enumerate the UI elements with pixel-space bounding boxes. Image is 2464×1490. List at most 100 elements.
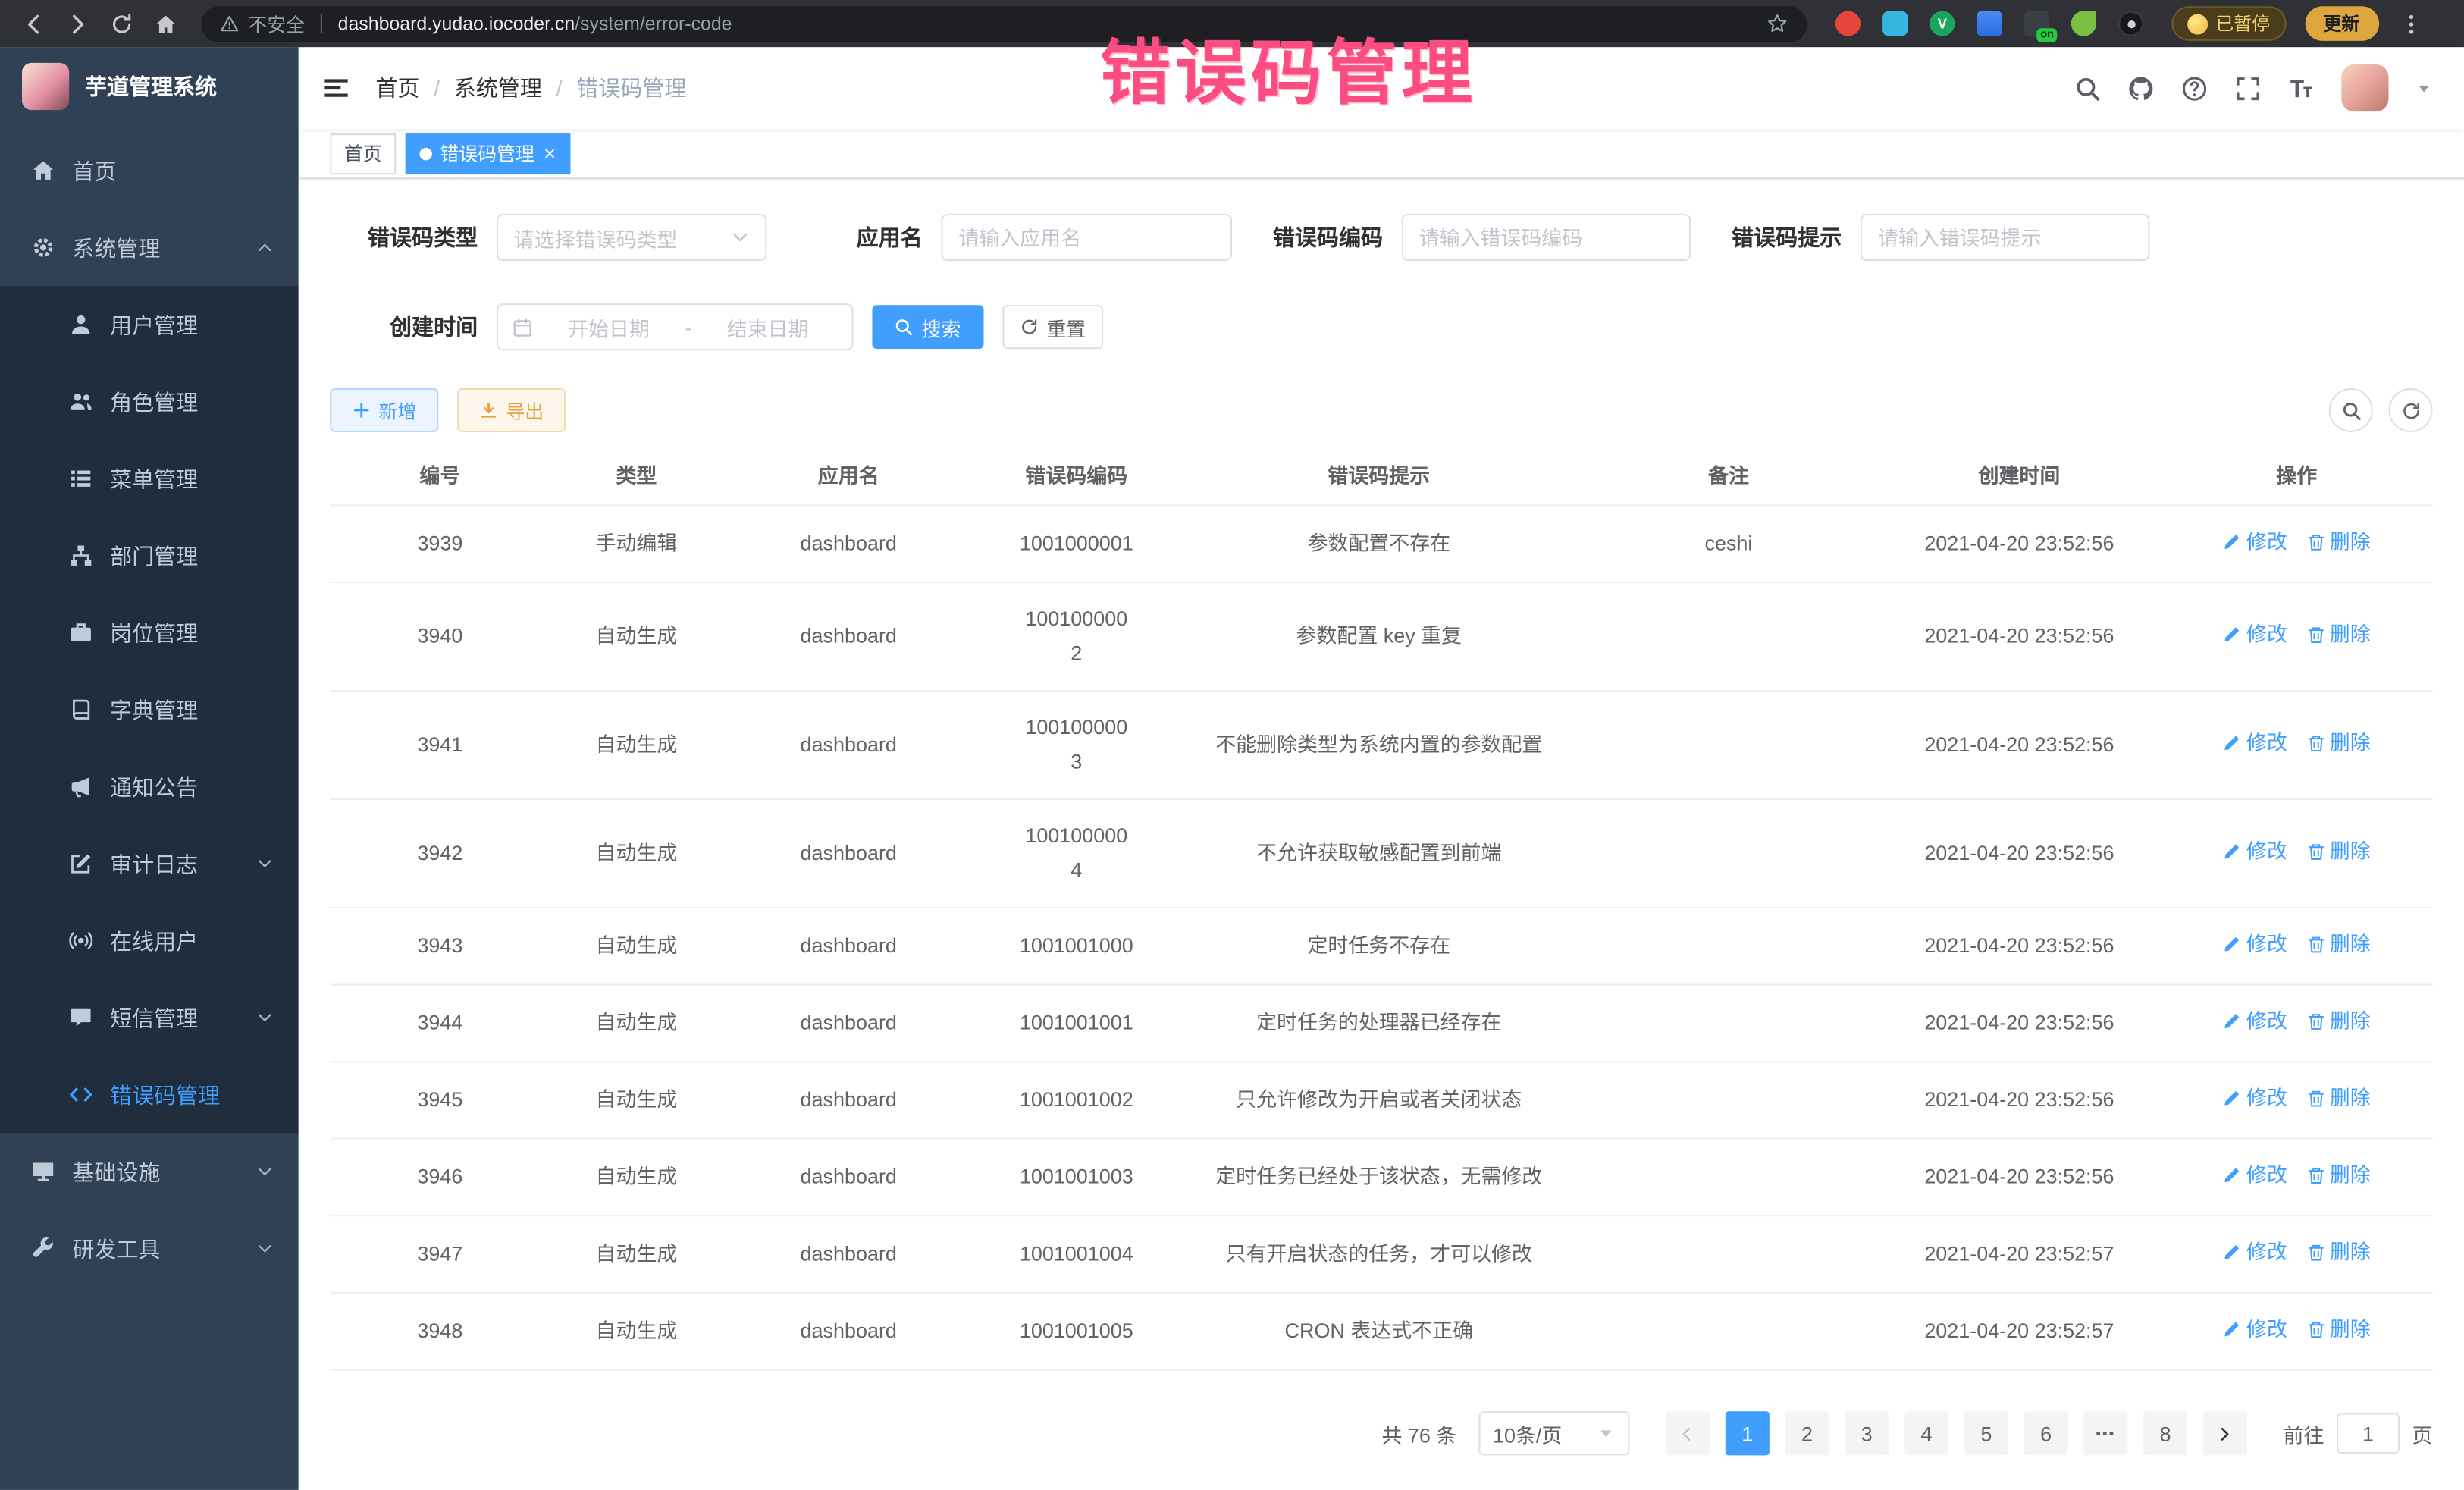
extension-pin-icon[interactable] (2118, 11, 2143, 36)
error-code-input[interactable] (1402, 214, 1691, 261)
delete-link[interactable]: 删除 (2306, 525, 2371, 560)
browser-menu-icon[interactable] (2391, 3, 2432, 44)
add-button[interactable]: 新增 (330, 388, 438, 432)
page-button-2[interactable]: 2 (1785, 1411, 1829, 1455)
trash-icon (2306, 1320, 2325, 1339)
cell-app: dashboard (723, 985, 974, 1062)
close-tab-icon[interactable]: × (544, 143, 556, 164)
sidebar-item-dev-tool[interactable]: 研发工具 (0, 1210, 299, 1288)
delete-link[interactable]: 删除 (2306, 1159, 2371, 1194)
trash-icon (2306, 734, 2325, 753)
forward-icon[interactable] (57, 3, 98, 44)
sidebar-item-dept[interactable]: 部门管理 (0, 517, 299, 594)
sidebar-item-notice[interactable]: 通知公告 (0, 748, 299, 826)
cell-code: 100100000 3 (974, 691, 1178, 799)
page-button-8[interactable]: 8 (2143, 1411, 2187, 1455)
sidebar-item-error-code[interactable]: 错误码管理 (0, 1056, 299, 1134)
sidebar-item-home[interactable]: 首页 (0, 132, 299, 209)
page-button-1[interactable]: 1 (1726, 1411, 1770, 1455)
search-icon[interactable] (2074, 74, 2101, 101)
cell-id: 3946 (330, 1139, 550, 1216)
page-size-value: 10条/页 (1493, 1419, 1562, 1448)
page-button-6[interactable]: 6 (2024, 1411, 2068, 1455)
edit-link[interactable]: 修改 (2223, 1235, 2287, 1270)
edit-link[interactable]: 修改 (2223, 618, 2287, 653)
sidebar-item-online-user[interactable]: 在线用户 (0, 902, 299, 980)
edit-link[interactable]: 修改 (2223, 1159, 2287, 1194)
paused-badge[interactable]: 已暂停 (2171, 6, 2285, 41)
sidebar-logo[interactable]: 芋道管理系统 (0, 47, 299, 126)
edit-link[interactable]: 修改 (2223, 835, 2287, 870)
breadcrumb-item[interactable]: 系统管理 (454, 72, 542, 103)
delete-link[interactable]: 删除 (2306, 1004, 2371, 1039)
delete-link[interactable]: 删除 (2306, 1313, 2371, 1347)
sidebar-item-label: 首页 (72, 155, 116, 186)
sidebar-item-system[interactable]: 系统管理 (0, 209, 299, 287)
monitor-icon (31, 1160, 55, 1184)
sidebar-item-sms[interactable]: 短信管理 (0, 979, 299, 1056)
sidebar-item-infra[interactable]: 基础设施 (0, 1133, 299, 1210)
app-name-input[interactable] (942, 214, 1232, 261)
caret-down-icon[interactable] (2415, 80, 2433, 97)
help-icon[interactable] (2181, 74, 2208, 101)
extension-icon-leaf[interactable] (2071, 11, 2096, 36)
error-type-select[interactable]: 请选择错误码类型 (497, 214, 767, 261)
sidebar-item-user[interactable]: 用户管理 (0, 286, 299, 363)
refresh-table-button[interactable] (2389, 388, 2433, 432)
error-msg-input[interactable] (1861, 214, 2149, 261)
cell-memo (1579, 908, 1878, 985)
delete-link[interactable]: 删除 (2306, 927, 2371, 962)
reset-button[interactable]: 重置 (1002, 305, 1103, 349)
toggle-search-button[interactable] (2329, 388, 2373, 432)
more-pages-button[interactable]: ••• (2083, 1411, 2127, 1455)
prev-page-button[interactable] (1666, 1411, 1710, 1455)
delete-link[interactable]: 删除 (2306, 726, 2371, 761)
search-button[interactable]: 搜索 (872, 305, 983, 349)
back-icon[interactable] (13, 3, 54, 44)
export-button[interactable]: 导出 (457, 388, 566, 432)
extension-icon-teal[interactable] (1882, 11, 1908, 36)
github-icon[interactable] (2127, 74, 2154, 101)
edit-link[interactable]: 修改 (2223, 927, 2287, 962)
goto-page-input[interactable] (2337, 1413, 2400, 1454)
page-button-5[interactable]: 5 (1964, 1411, 2008, 1455)
page-button-4[interactable]: 4 (1904, 1411, 1948, 1455)
edit-link[interactable]: 修改 (2223, 525, 2287, 560)
sidebar-item-role[interactable]: 角色管理 (0, 363, 299, 441)
edit-link[interactable]: 修改 (2223, 1004, 2287, 1039)
tab-错误码管理[interactable]: 错误码管理× (406, 133, 570, 174)
page-size-select[interactable]: 10条/页 (1478, 1411, 1629, 1455)
edit-link[interactable]: 修改 (2223, 1313, 2287, 1347)
font-size-icon[interactable] (2288, 74, 2315, 101)
browser-home-icon[interactable] (145, 3, 186, 44)
delete-link[interactable]: 删除 (2306, 618, 2371, 653)
reload-icon[interactable] (101, 3, 142, 44)
delete-link[interactable]: 删除 (2306, 1081, 2371, 1116)
sidebar-item-dict[interactable]: 字典管理 (0, 671, 299, 748)
cell-app: dashboard (723, 1216, 974, 1293)
extension-icon-chart[interactable] (1977, 11, 2002, 36)
tab-active-dot (419, 147, 432, 160)
delete-link[interactable]: 删除 (2306, 1235, 2371, 1270)
next-page-button[interactable] (2203, 1411, 2247, 1455)
sidebar-item-post[interactable]: 岗位管理 (0, 594, 299, 671)
hamburger-icon[interactable] (322, 74, 350, 102)
extension-icon-on[interactable]: on (2024, 11, 2049, 36)
delete-link[interactable]: 删除 (2306, 835, 2371, 870)
update-button[interactable]: 更新 (2305, 6, 2378, 41)
extension-icon-v[interactable]: V (1930, 11, 1955, 36)
edit-link[interactable]: 修改 (2223, 726, 2287, 761)
avatar[interactable] (2341, 64, 2388, 111)
trash-icon (2306, 626, 2325, 645)
fullscreen-icon[interactable] (2234, 74, 2261, 101)
sidebar-item-audit-log[interactable]: 审计日志 (0, 825, 299, 902)
sidebar-item-menu[interactable]: 菜单管理 (0, 440, 299, 517)
extension-icon-red[interactable] (1835, 11, 1861, 36)
page-button-3[interactable]: 3 (1845, 1411, 1889, 1455)
bookmark-star-icon[interactable] (1766, 13, 1788, 35)
create-time-range[interactable]: 开始日期 - 结束日期 (497, 303, 854, 350)
tab-首页[interactable]: 首页 (330, 133, 396, 174)
address-bar[interactable]: 不安全 dashboard.yudao.iocoder.cn/system/er… (201, 5, 1807, 42)
breadcrumb-item[interactable]: 首页 (375, 72, 419, 103)
edit-link[interactable]: 修改 (2223, 1081, 2287, 1116)
